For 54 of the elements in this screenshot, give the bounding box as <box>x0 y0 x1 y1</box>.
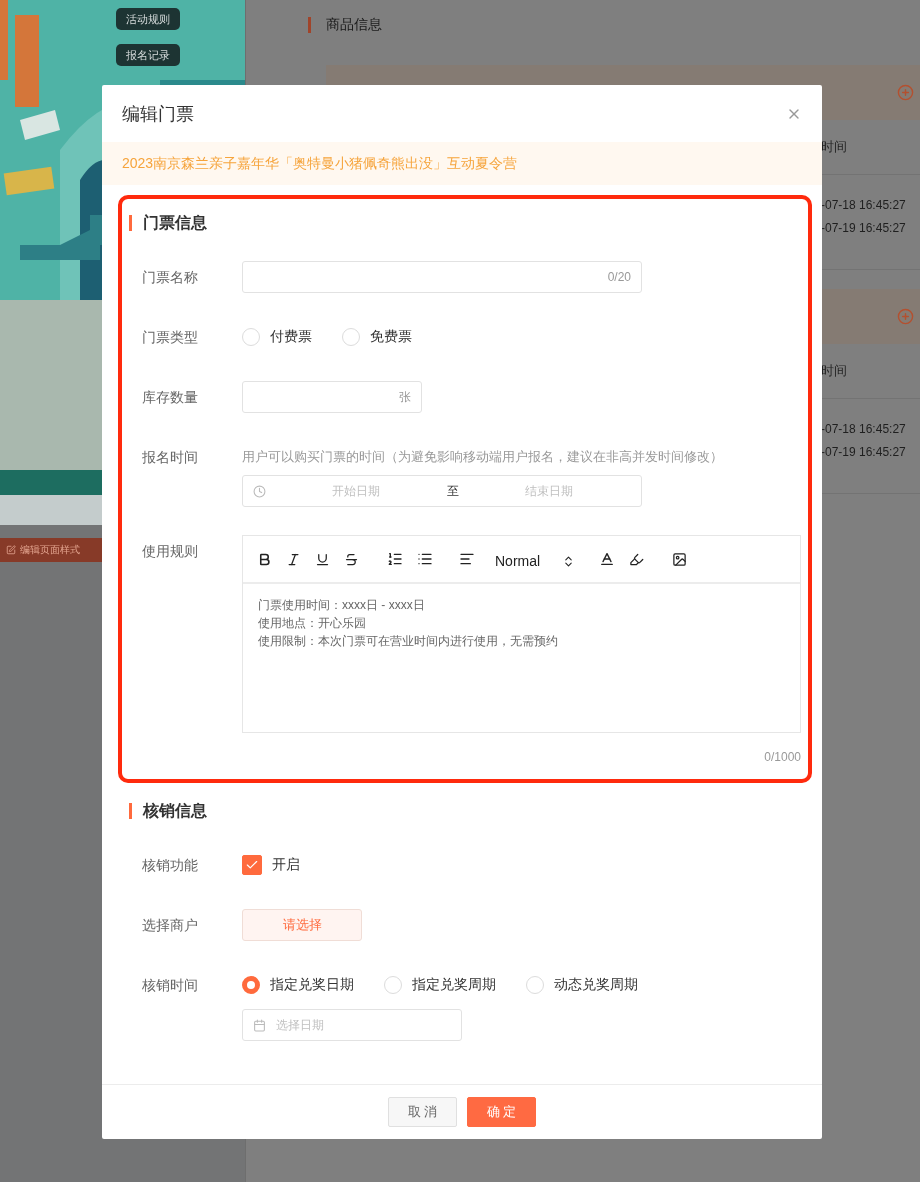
strikethrough-icon[interactable] <box>344 551 359 567</box>
rule-text-line: 门票使用时间：xxxx日 - xxxx日 <box>258 597 426 615</box>
section-title: 核销信息 <box>143 800 207 821</box>
field-label: 使用规则 <box>142 542 199 562</box>
rule-text-line: 使用地点：开心乐园 <box>258 615 367 633</box>
end-date-input[interactable]: 结束日期 <box>466 483 631 500</box>
radio-option[interactable]: 指定兑奖日期 <box>242 976 354 995</box>
activity-button[interactable]: 活动规则 <box>116 8 180 30</box>
field-label: 门票类型 <box>142 328 199 348</box>
highlighter-icon[interactable] <box>629 551 645 567</box>
field-label: 库存数量 <box>142 388 199 408</box>
text-color-icon[interactable] <box>599 551 616 568</box>
rule-text-line: 使用限制：本次门票可在营业时间内进行使用，无需预约 <box>258 633 559 651</box>
radio-option[interactable]: 免费票 <box>342 328 412 347</box>
section-title: 商品信息 <box>326 16 382 34</box>
event-notice: 2023南京森兰亲子嘉年华「奥特曼小猪佩奇熊出没」互动夏令营 <box>102 142 822 186</box>
section-title: 门票信息 <box>143 212 207 233</box>
hint-text: 用户可以购买门票的时间（为避免影响移动端用户报名，建议在非高并发时间修改） <box>242 448 724 467</box>
character-counter: 0/20 <box>607 270 631 285</box>
italic-icon[interactable] <box>286 551 301 567</box>
table-cell-text: -07-18 16:45:27 <box>821 196 907 214</box>
table-cell-text: -07-19 16:45:27 <box>821 219 907 237</box>
date-input[interactable]: 选择日期 <box>274 1017 451 1034</box>
image-icon[interactable] <box>672 551 688 567</box>
radio-circle[interactable] <box>242 976 260 995</box>
start-date-input[interactable]: 开始日期 <box>274 483 439 500</box>
edit-icon <box>6 545 16 555</box>
character-counter: 0/1000 <box>764 750 801 765</box>
field-label: 选择商户 <box>142 916 199 936</box>
checkbox[interactable] <box>242 855 262 876</box>
checkbox-option[interactable]: 开启 <box>242 855 300 876</box>
bold-icon[interactable] <box>257 551 272 567</box>
unit-label: 张 <box>399 388 411 406</box>
radio-option[interactable]: 付费票 <box>242 328 312 347</box>
ordered-list-icon[interactable] <box>387 551 403 568</box>
underline-icon[interactable] <box>315 551 330 567</box>
rich-text-editor[interactable]: Normal 门票使用时间：xxxx日 - xxxx日 使用地点：开心乐园 使用限制：本次门票可在营业时间内进行使用，无需预约 <box>242 535 801 734</box>
radio-option[interactable]: 指定兑奖周期 <box>384 976 496 995</box>
table-cell-text: -07-18 16:45:27 <box>821 420 907 438</box>
activity-button[interactable]: 报名记录 <box>116 44 180 66</box>
field-label: 核销功能 <box>142 856 199 876</box>
date-field[interactable]: 选择日期 <box>242 1009 462 1042</box>
calendar-icon <box>253 1018 266 1032</box>
field-label: 门票名称 <box>142 268 199 288</box>
cancel-button[interactable]: 取 消 <box>388 1097 457 1128</box>
heading-select[interactable]: Normal <box>495 553 576 570</box>
range-separator: 至 <box>446 482 459 500</box>
dialog-title: 编辑门票 <box>122 102 194 126</box>
field-label: 核销时间 <box>142 976 199 996</box>
date-range-picker[interactable]: 开始日期 至 结束日期 <box>242 475 642 508</box>
table-cell-text: -07-19 16:45:27 <box>821 443 907 461</box>
clock-icon <box>253 484 266 498</box>
radio-option[interactable]: 动态兑奖周期 <box>526 976 638 995</box>
field-label: 报名时间 <box>142 448 199 468</box>
